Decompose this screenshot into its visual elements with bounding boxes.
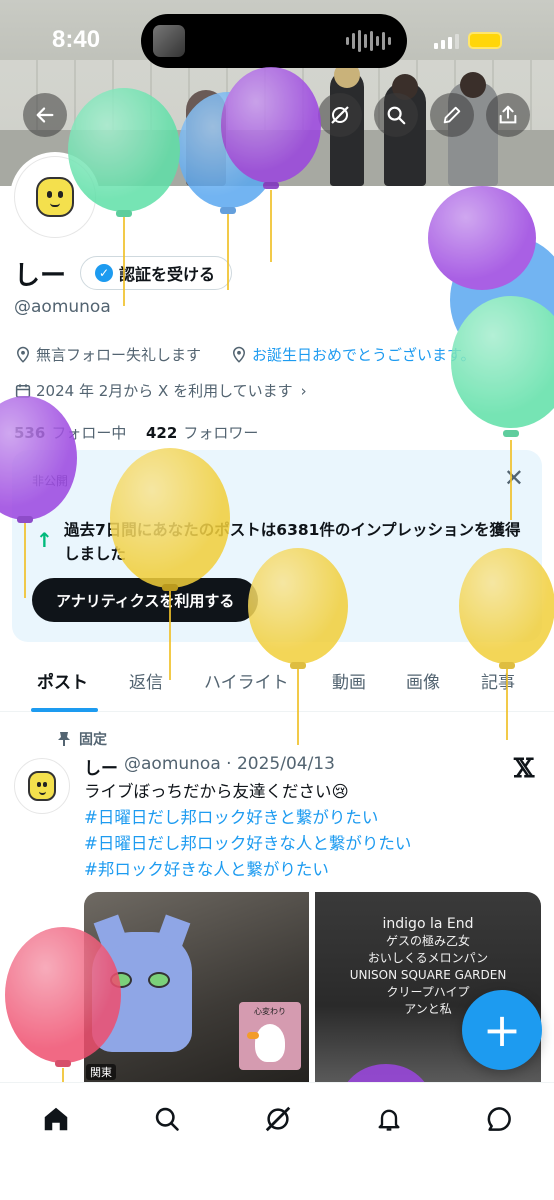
profile-tabs: ポスト 返信 ハイライト 動画 画像 記事 bbox=[0, 658, 554, 712]
lineup-line: UNISON SQUARE GARDEN bbox=[349, 968, 507, 982]
joined-date[interactable]: 2024 年 2月から X を利用しています › bbox=[14, 380, 307, 401]
hashtag-link[interactable]: #邦ロック好きな人と繋がりたい bbox=[84, 857, 524, 883]
search-button[interactable] bbox=[374, 93, 418, 137]
grok-icon bbox=[331, 106, 349, 124]
signal-icon bbox=[434, 34, 459, 49]
analytics-cta-button[interactable]: アナリティクスを利用する bbox=[32, 578, 259, 622]
messages-icon bbox=[487, 1107, 511, 1131]
status-bar: 8:40 bbox=[0, 0, 554, 80]
bio-line-2[interactable]: お誕生日おめでとうございます。 bbox=[230, 344, 476, 365]
chevron-right-icon: › bbox=[300, 381, 307, 400]
cat-plush-figure bbox=[92, 914, 192, 1052]
back-arrow-icon bbox=[36, 107, 54, 123]
private-label: 非公開 bbox=[32, 474, 69, 488]
post-media-image[interactable]: 心変わり bbox=[84, 892, 309, 1082]
pinned-text: 固定 bbox=[79, 732, 107, 748]
lineup-line: ゲスの極み乙女 bbox=[385, 934, 470, 948]
tab-posts[interactable]: ポスト bbox=[37, 668, 88, 693]
tab-articles[interactable]: 記事 bbox=[481, 668, 515, 693]
post-text: ライブぼっちだから友達ください😢 bbox=[84, 782, 349, 801]
following-label: フォロー中 bbox=[51, 424, 127, 442]
home-icon bbox=[44, 1107, 68, 1131]
bio-line-1: 無言フォロー失礼します bbox=[14, 344, 201, 365]
post-body: ライブぼっちだから友達ください😢 #日曜日だし邦ロック好きと繋がりたい #日曜日… bbox=[84, 779, 524, 883]
lineup-line: indigo la End bbox=[382, 916, 474, 932]
analytics-card: 非公開 ✕ ↑ 過去7日間にあなたのポストは6381件のインプレッションを獲得し… bbox=[12, 450, 542, 642]
dynamic-island[interactable] bbox=[141, 14, 407, 68]
grok-button[interactable] bbox=[318, 93, 362, 137]
grok-icon bbox=[265, 1106, 291, 1132]
edit-profile-button[interactable] bbox=[430, 93, 474, 137]
audio-wave-icon bbox=[346, 30, 391, 52]
post-author-name[interactable]: しー bbox=[84, 754, 118, 779]
smiley-face-icon bbox=[28, 771, 56, 801]
bio-link-text[interactable]: お誕生日おめでとうございます。 bbox=[252, 344, 476, 365]
tab-replies[interactable]: 返信 bbox=[129, 668, 163, 693]
post-header: しー @aomunoa · 2025/04/13 bbox=[84, 754, 335, 779]
followers-link[interactable]: 422 フォロワー bbox=[146, 422, 258, 443]
tab-highlights[interactable]: ハイライト bbox=[204, 668, 289, 693]
post-handle-date: @aomunoa · 2025/04/13 bbox=[124, 754, 335, 774]
compose-post-button[interactable]: + bbox=[462, 990, 542, 1070]
hashtag-link[interactable]: #日曜日だし邦ロック好きな人と繋がりたい bbox=[84, 831, 524, 857]
status-time: 8:40 bbox=[52, 26, 101, 53]
tab-photos[interactable]: 画像 bbox=[406, 668, 440, 693]
now-playing-thumbnail bbox=[153, 25, 185, 57]
analytics-message: 過去7日間にあなたのポストは6381件のインプレッションを獲得しました bbox=[64, 521, 521, 563]
smiley-face-icon bbox=[36, 177, 74, 217]
post-avatar[interactable] bbox=[14, 758, 70, 814]
banner-person bbox=[186, 90, 226, 186]
duck-sticker: 心変わり bbox=[239, 1002, 301, 1070]
notifications-bell-icon bbox=[378, 1109, 400, 1131]
nav-home[interactable] bbox=[36, 1099, 76, 1139]
location-pin-icon bbox=[16, 346, 30, 363]
back-button[interactable] bbox=[23, 93, 67, 137]
battery-icon bbox=[468, 32, 502, 49]
pinned-label: 固定 bbox=[57, 729, 107, 749]
get-verified-button[interactable]: ✓ 認証を受ける bbox=[80, 256, 233, 290]
share-button[interactable] bbox=[486, 93, 530, 137]
followers-label: フォロワー bbox=[183, 424, 259, 442]
joined-text: 2024 年 2月から X を利用しています bbox=[36, 382, 293, 400]
following-link[interactable]: 536 フォロー中 bbox=[14, 422, 126, 443]
lineup-line: おいしくるメロンパン bbox=[367, 951, 489, 965]
arrow-up-icon: ↑ bbox=[36, 528, 53, 552]
close-icon[interactable]: ✕ bbox=[504, 464, 524, 492]
avatar bbox=[14, 156, 96, 238]
nav-grok[interactable] bbox=[258, 1099, 298, 1139]
followers-count: 422 bbox=[146, 424, 178, 442]
profile-handle: @aomunoa bbox=[14, 297, 111, 317]
profile-name: しー bbox=[14, 261, 67, 291]
nav-notifications[interactable] bbox=[369, 1099, 409, 1139]
nav-messages[interactable] bbox=[479, 1099, 519, 1139]
profile-avatar[interactable] bbox=[10, 152, 100, 242]
pin-icon bbox=[58, 732, 70, 746]
bio-location-text: 無言フォロー失礼します bbox=[36, 346, 202, 364]
verified-badge-icon: ✓ bbox=[95, 264, 113, 282]
search-icon bbox=[155, 1107, 179, 1131]
active-tab-indicator bbox=[31, 708, 98, 712]
share-icon bbox=[499, 105, 517, 124]
hashtag-link[interactable]: #日曜日だし邦ロック好きと繋がりたい bbox=[84, 805, 524, 831]
get-verified-label: 認証を受ける bbox=[119, 265, 216, 284]
tab-videos[interactable]: 動画 bbox=[332, 668, 366, 693]
following-count: 536 bbox=[14, 424, 46, 442]
search-icon bbox=[387, 106, 406, 125]
sticker-text: 心変わり bbox=[254, 1007, 286, 1016]
calendar-icon bbox=[15, 383, 31, 398]
media-badge: 関東 bbox=[86, 1064, 116, 1080]
bottom-navigation bbox=[0, 1082, 554, 1200]
location-pin-icon bbox=[232, 346, 246, 363]
nav-search[interactable] bbox=[147, 1099, 187, 1139]
edit-pencil-icon bbox=[443, 106, 461, 124]
